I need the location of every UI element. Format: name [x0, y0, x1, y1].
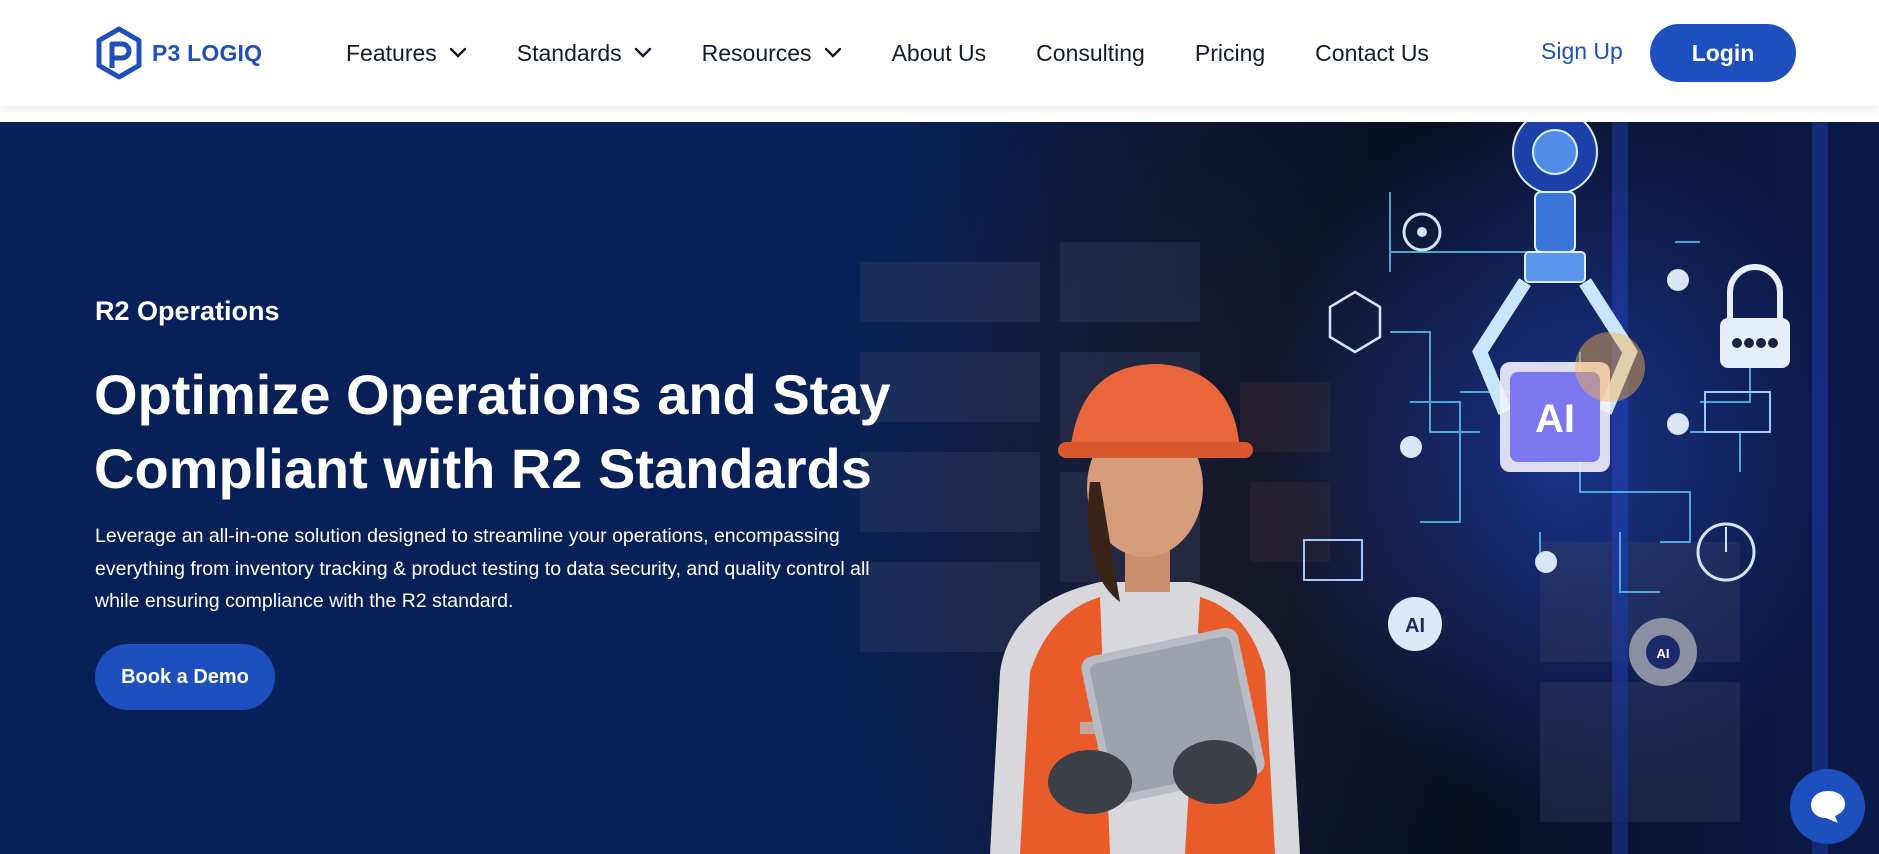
chevron-down-icon	[824, 47, 841, 58]
ai-chip-label: AI	[1535, 397, 1575, 441]
nav-item-resources[interactable]: Resources	[702, 40, 842, 67]
site-header: P3 LOGIQ Features Standards Resources Ab…	[0, 0, 1879, 106]
nav-item-label: Features	[346, 39, 437, 66]
ai-robot-illustration: AI AI AI	[1303, 122, 1790, 686]
nav-item-label: Resources	[701, 39, 812, 66]
nav-item-label: Pricing	[1194, 39, 1266, 66]
main-nav: Features Standards Resources About Us Co…	[346, 0, 1429, 106]
hero-eyebrow: R2 Operations	[95, 296, 280, 326]
hero-headline: Optimize Operations and Stay Compliant w…	[94, 363, 891, 500]
nav-item-about-us[interactable]: About Us	[892, 40, 987, 67]
ai-gear-label: AI	[1657, 646, 1670, 661]
chevron-down-icon	[634, 47, 651, 58]
login-button[interactable]: Login	[1650, 24, 1796, 82]
sign-up-link[interactable]: Sign Up	[1541, 38, 1623, 65]
hero-description: Leverage an all-in-one solution designed…	[95, 525, 870, 612]
ai-bulb-label: AI	[1405, 615, 1425, 637]
p3-logo-icon	[96, 26, 142, 80]
nav-item-features[interactable]: Features	[346, 40, 467, 67]
nav-item-standards[interactable]: Standards	[517, 40, 652, 67]
nav-item-pricing[interactable]: Pricing	[1195, 40, 1265, 67]
nav-item-contact-us[interactable]: Contact Us	[1315, 40, 1429, 67]
brand-name: P3 LOGIQ	[152, 39, 263, 66]
chevron-down-icon	[449, 47, 466, 58]
hero-section: R2 Operations Optimize Operations and St…	[0, 122, 1879, 854]
chat-launcher-button[interactable]	[1790, 769, 1865, 844]
nav-item-label: About Us	[891, 39, 987, 66]
book-demo-button[interactable]: Book a Demo	[95, 644, 275, 710]
brand-logo[interactable]: P3 LOGIQ	[94, 26, 262, 80]
nav-item-label: Standards	[516, 39, 622, 66]
chat-bubble-icon	[1810, 790, 1845, 823]
nav-item-label: Contact Us	[1315, 39, 1429, 66]
nav-item-consulting[interactable]: Consulting	[1036, 40, 1145, 67]
nav-item-label: Consulting	[1036, 39, 1145, 66]
